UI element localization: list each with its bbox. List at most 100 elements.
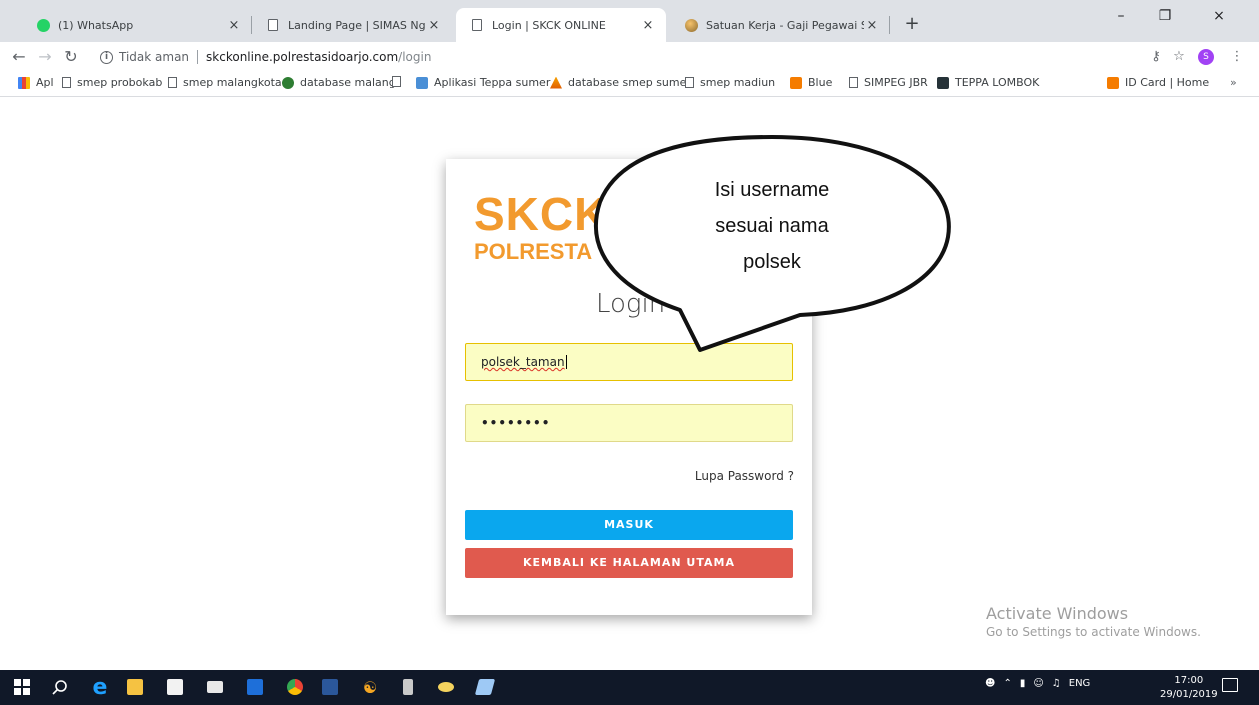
search-icon[interactable] [50,677,70,697]
url-path: /login [398,50,432,64]
bookmark-label: Apl [36,76,54,89]
info-icon[interactable]: i [100,50,113,64]
bookmark-id-card[interactable]: ID Card | Home [1107,76,1209,89]
apps-icon [18,76,30,89]
bookmark-label: TEPPA LOMBOK [955,76,1040,89]
browser-toolbar: ← → ↻ i Tidak aman skckonline.polrestasi… [0,42,1259,71]
windows-start-icon[interactable] [12,677,32,697]
tab-landing-page[interactable]: Landing Page | SIMAS Nganjuk × [252,8,452,42]
close-icon[interactable]: × [426,18,442,33]
text-caret [565,355,567,369]
file-explorer-icon[interactable] [125,677,145,697]
page-icon [470,18,484,32]
bookmark-smep-madiun[interactable]: smep madiun [685,76,775,89]
wifi-icon[interactable]: ☺ [1033,678,1043,689]
bookmarks-overflow-button[interactable]: » [1230,76,1237,89]
activate-windows-watermark: Activate Windows Go to Settings to activ… [986,604,1201,639]
site-icon [937,76,949,89]
site-icon [550,76,562,89]
clock-time: 17:00 [1174,675,1204,686]
language-indicator[interactable]: ENG [1069,678,1091,689]
close-icon[interactable]: × [226,18,242,33]
volume-icon[interactable]: ♫ [1052,678,1061,689]
clock[interactable]: 17:00 29/01/2019 [1160,674,1218,702]
bookmark-label: database malang [300,76,396,89]
bookmark-label: smep malangkota [183,76,282,89]
brand-logo-subtitle: POLRESTA [474,239,593,264]
page-icon [685,77,694,88]
bookmark-smep-malangkota[interactable]: smep malangkota [168,76,282,89]
internet-explorer-icon[interactable]: e [90,675,110,700]
security-label: Tidak aman [119,50,190,64]
bookmark-aplikasi-teppa[interactable]: Aplikasi Teppa sumer [416,76,550,89]
username-input[interactable]: polsek_taman [465,343,793,381]
username-value: polsek_taman [481,355,565,369]
page-content: SKCK POLRESTA Login polsek_taman •••••••… [0,97,1259,670]
tab-title: Satuan Kerja - Gaji Pegawai Sido [706,18,864,32]
archive-icon[interactable] [398,677,418,697]
bookmark-apps[interactable]: Apl [18,76,54,89]
reload-icon[interactable]: ↻ [60,46,82,68]
notification-center-icon[interactable] [1222,678,1238,692]
tab-separator [889,16,890,34]
profile-avatar[interactable]: S [1198,49,1214,65]
close-icon[interactable]: × [864,18,880,33]
bookmark-smep-probokab[interactable]: smep probokab [62,76,162,89]
bubble-line: polsek [743,251,801,273]
bookmark-label: Aplikasi Teppa sumer [434,76,551,89]
app-icon[interactable] [474,677,496,697]
divider [197,50,199,64]
address-bar[interactable]: i Tidak aman skckonline.polrestasidoarjo… [100,46,1140,68]
word-icon[interactable] [320,677,340,697]
bookmark-label: SIMPEG JBR [864,76,928,89]
bookmark-label: smep probokab [77,76,163,89]
people-icon[interactable]: ☻ [985,678,995,689]
login-submit-button[interactable]: MASUK [465,510,793,540]
watermark-title: Activate Windows [986,604,1129,623]
bookmark-untitled[interactable] [392,76,407,87]
star-icon[interactable]: ☆ [1168,46,1190,68]
paint-icon[interactable]: ☯ [360,677,380,697]
password-input[interactable]: •••••••• [465,404,793,442]
minimize-button[interactable]: – [1101,8,1141,24]
forgot-password-link[interactable]: Lupa Password ? [695,469,794,483]
bookmark-simpeg-jbr[interactable]: SIMPEG JBR [849,76,928,89]
bookmark-database-malang[interactable]: database malang [282,76,396,89]
app-icon[interactable] [436,677,456,697]
mail-icon[interactable] [205,677,225,697]
tab-satuan-kerja[interactable]: Satuan Kerja - Gaji Pegawai Sido × [670,8,890,42]
browser-tab-strip: (1) WhatsApp × Landing Page | SIMAS Ngan… [0,0,1259,42]
system-tray: ☻ ⌃ ▮ ☺ ♫ ENG [985,678,1090,689]
window-close-button[interactable]: × [1199,8,1239,24]
password-mask: •••••••• [481,416,551,430]
key-icon[interactable]: ⚷ [1145,46,1167,68]
forward-arrow-icon[interactable]: → [34,46,56,68]
bubble-line: sesuai nama [715,215,829,237]
chevron-up-icon[interactable]: ⌃ [1003,678,1011,689]
bookmark-teppa-lombok[interactable]: TEPPA LOMBOK [937,76,1039,89]
app-icon[interactable] [245,677,265,697]
watermark-subtitle: Go to Settings to activate Windows. [986,625,1201,639]
restore-button[interactable]: ❐ [1145,8,1185,24]
bookmark-label: Blue [808,76,833,89]
battery-icon[interactable]: ▮ [1020,678,1026,689]
globe-icon [684,18,698,32]
back-to-home-button[interactable]: KEMBALI KE HALAMAN UTAMA [465,548,793,578]
menu-kebab-icon[interactable]: ⋮ [1226,46,1248,68]
url-host: skckonline.polrestasidoarjo.com [206,50,399,64]
site-icon [1107,76,1119,89]
close-icon[interactable]: × [640,18,656,33]
store-icon[interactable] [165,677,185,697]
speech-bubble-text: Isi username sesuai nama polsek [612,172,932,280]
page-icon [849,77,858,88]
tab-whatsapp[interactable]: (1) WhatsApp × [22,8,252,42]
new-tab-button[interactable]: + [902,14,922,34]
bookmark-label: ID Card | Home [1125,76,1210,89]
bookmark-database-smep[interactable]: database smep sume [550,76,686,89]
chrome-icon[interactable] [285,677,305,697]
tab-login-skck[interactable]: Login | SKCK ONLINE × [456,8,666,42]
back-arrow-icon[interactable]: ← [8,46,30,68]
bookmark-blue[interactable]: Blue [790,76,832,89]
page-icon [168,77,177,88]
bookmarks-bar: Apl smep probokab smep malangkota databa… [0,71,1259,97]
